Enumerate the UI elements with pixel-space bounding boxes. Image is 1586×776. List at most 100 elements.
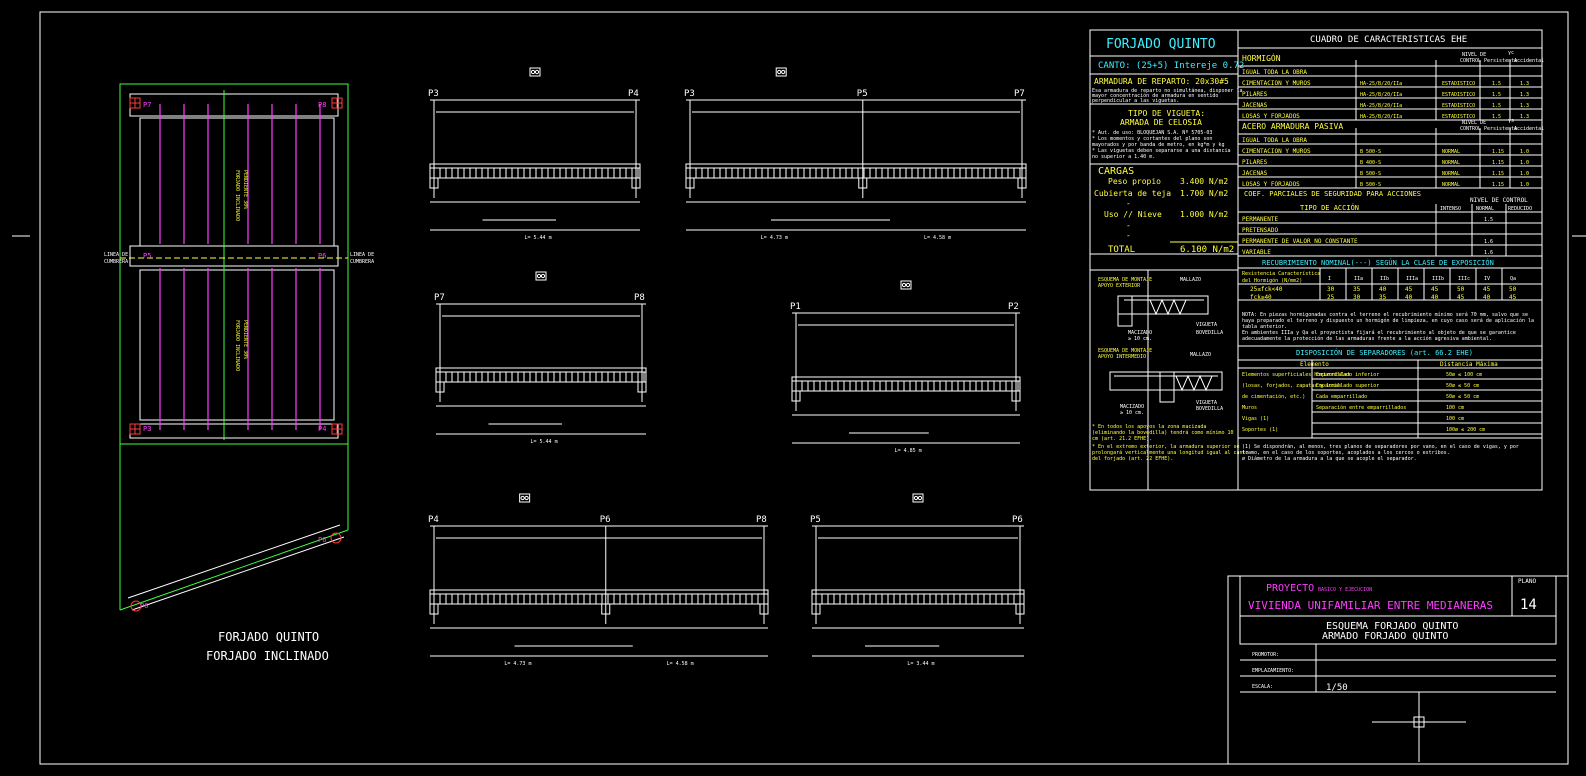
sep-row-2-sub: Cada emparrillado	[1316, 394, 1367, 400]
spec-total-label: TOTAL	[1108, 245, 1135, 255]
horm-igual: IGUAL TODA LA OBRA	[1242, 69, 1307, 76]
acero-row-0-a: 1.0	[1520, 149, 1529, 155]
crosshair-cursor	[1372, 692, 1466, 762]
horm-row-2-a: 1.3	[1520, 103, 1529, 109]
recub-col-6: IV	[1484, 276, 1490, 282]
accion-row-3: VARIABLE	[1242, 249, 1271, 256]
plan-outline	[119, 83, 349, 445]
chars-acero: ACERO ARMADURA PASIVA	[1242, 122, 1343, 131]
tb-emplazamiento: EMPLAZAMIENTO:	[1252, 668, 1294, 674]
tb-promotor: PROMOTOR:	[1252, 652, 1279, 658]
detail-note3: cm (art. 21.2 EFHE).	[1092, 436, 1152, 442]
spec-canto: CANTO: (25+5) Intereje 0.72	[1098, 61, 1244, 71]
plan-side-left-top: LINEA DE	[104, 252, 128, 258]
recub-row-0-v7: 50	[1509, 286, 1517, 293]
chars-reducido: REDUCIDO	[1508, 206, 1532, 212]
chars-sep-note3: ø Diámetro de la armadura a la que se ac…	[1242, 455, 1417, 462]
beam-p7-p8-left-label: P7	[434, 293, 445, 303]
spec-title: FORJADO QUINTO	[1106, 37, 1216, 52]
chars-normal: NORMAL	[1476, 206, 1494, 212]
sep-row-3-el: Muros	[1242, 405, 1257, 411]
acero-row-3-p: 1.15	[1492, 182, 1504, 188]
detail-note6: del forjado (art. 22 EFHE).	[1092, 456, 1173, 462]
acero-row-0-tipo: B 500-S	[1360, 149, 1381, 155]
beam-p5-p6-left-label: P5	[810, 515, 821, 525]
tb-plano-label: PLANO	[1518, 578, 1536, 585]
recub-row-0-v0: 30	[1327, 286, 1335, 293]
plan-pillar-p6c: P6	[140, 602, 148, 610]
joists	[159, 104, 321, 430]
acero-row-1-nivel: NORMAL	[1442, 160, 1460, 166]
recub-col-5: IIIc	[1458, 276, 1470, 282]
chars-persistente-2: Persistente	[1484, 126, 1517, 132]
horm-row-3-a: 1.3	[1520, 114, 1529, 120]
recub-row-0-v5: 50	[1457, 286, 1465, 293]
characteristics-table: CUADRO DE CARACTERISTICAS EHE HORMIGÓN N…	[1237, 29, 1544, 491]
plan-title-line1: FORJADO QUINTO	[218, 630, 319, 644]
recub-row-1-v3: 40	[1405, 294, 1413, 301]
detail2-mallazo: MALLAZO	[1190, 352, 1211, 358]
chars-coef-title: COEF. PARCIALES DE SEGURIDAD PARA ACCION…	[1244, 190, 1421, 198]
beam-p3-p5-p7-length2: L= 4.58 m	[924, 235, 951, 241]
recub-row-0-v6: 45	[1483, 286, 1491, 293]
accion-row-0-normal: 1.5	[1484, 217, 1493, 223]
chars-recub-title: RECUBRIMIENTO NOMINAL(---) SEGÚN LA CLAS…	[1262, 258, 1494, 267]
plan-title-line2: FORJADO INCLINADO	[206, 649, 329, 663]
recub-col-3: IIIa	[1406, 276, 1418, 282]
spec-carga-value-2: 1.000 N/m2	[1180, 210, 1228, 219]
recub-col-4: IIIb	[1432, 276, 1444, 282]
detail-sketch-2	[1109, 371, 1223, 403]
acero-row-0-p: 1.15	[1492, 149, 1504, 155]
chars-accidental: Accidental	[1514, 58, 1544, 64]
chars-control-2: CONTROL	[1460, 126, 1481, 132]
chars-recub-note2: haya preparado el terreno y dispuesto un…	[1242, 317, 1534, 324]
sep-row-4-d: 100 cm	[1446, 416, 1464, 422]
detail-note2: (eliminando la bovedilla) tendrá como mí…	[1092, 429, 1233, 436]
recub-col-0: I	[1328, 276, 1331, 282]
recub-col-2: IIb	[1380, 276, 1389, 282]
sep-row-2-el: de cimentación, etc.)	[1242, 393, 1305, 400]
plan-pillar-p4: P4	[318, 425, 326, 433]
plan-side-right-bottom: CUMBRERA	[350, 259, 374, 265]
sep-row-1-sub: Emparrillado superior	[1316, 383, 1379, 389]
horm-row-1-p: 1.5	[1492, 92, 1501, 98]
chars-intenso: INTENSO	[1440, 206, 1461, 212]
spec-carga-label-0: Peso propio	[1108, 177, 1161, 186]
chars-recub-note4: En ambientes IIIa y Qa el proyectista fi…	[1242, 329, 1516, 336]
chars-recub-h1: Resistencia Característica	[1242, 270, 1320, 277]
tb-escala-value: 1/50	[1326, 683, 1348, 693]
accion-row-1: PRETENSADO	[1242, 227, 1279, 234]
recub-row-1-v1: 30	[1353, 294, 1361, 301]
chars-gamma-s: γs	[1508, 118, 1514, 124]
tb-esquema2: ARMADO FORJADO QUINTO	[1322, 631, 1448, 642]
horm-row-0-el: CIMENTACION Y MUROS	[1242, 80, 1311, 87]
accion-row-0: PERMANENTE	[1242, 216, 1279, 223]
chars-tipo-accion: TIPO DE ACCIÓN	[1300, 203, 1359, 212]
plan-bay-bottom-label2: PENDIENTE 30%	[242, 320, 248, 359]
chars-title: CUADRO DE CARACTERISTICAS EHE	[1310, 35, 1467, 45]
tb-plano-num: 14	[1520, 597, 1537, 613]
detail2-bovedilla: BOVEDILLA	[1196, 406, 1223, 412]
detail2-macizado-dim: ≥ 10 cm.	[1120, 410, 1144, 416]
spec-total-value: 6.100 N/m2	[1180, 245, 1234, 255]
recub-col-1: IIa	[1354, 276, 1363, 282]
spec-dash-1: -	[1126, 199, 1131, 208]
beam-p7-p8: P7 P8 L= 5.44 m	[434, 271, 647, 445]
recub-row-1: fck≥40	[1250, 294, 1272, 301]
detail2-label2: APOYO INTERMEDIO	[1098, 354, 1146, 360]
chars-sep-title: DISPOSICIÓN DE SEPARADORES (art. 66.2 EH…	[1296, 348, 1473, 357]
tb-proyecto-sub: BASICO Y EJECUCION	[1318, 587, 1372, 593]
spec-vigueta-title1: TIPO DE VIGUETA:	[1128, 109, 1205, 118]
beam-p3-p5-p7-right-label: P7	[1014, 89, 1025, 99]
sep-row-3-d: 100 cm	[1446, 405, 1464, 411]
acero-row-2-nivel: NORMAL	[1442, 171, 1460, 177]
recub-row-0-v3: 45	[1405, 286, 1413, 293]
recub-row-1-v2: 35	[1379, 294, 1387, 301]
chars-hormigon: HORMIGÓN	[1242, 52, 1281, 63]
recub-row-0: 25≤fck<40	[1250, 286, 1283, 293]
recub-row-1-v4: 40	[1431, 294, 1439, 301]
plan-bay-top-label: FORJADO INCLINADO	[234, 170, 240, 221]
plan-side-right-top: LINEA DE	[350, 252, 374, 258]
acero-row-2-a: 1.0	[1520, 171, 1529, 177]
spec-panel: FORJADO QUINTO CANTO: (25+5) Intereje 0.…	[1089, 29, 1249, 491]
